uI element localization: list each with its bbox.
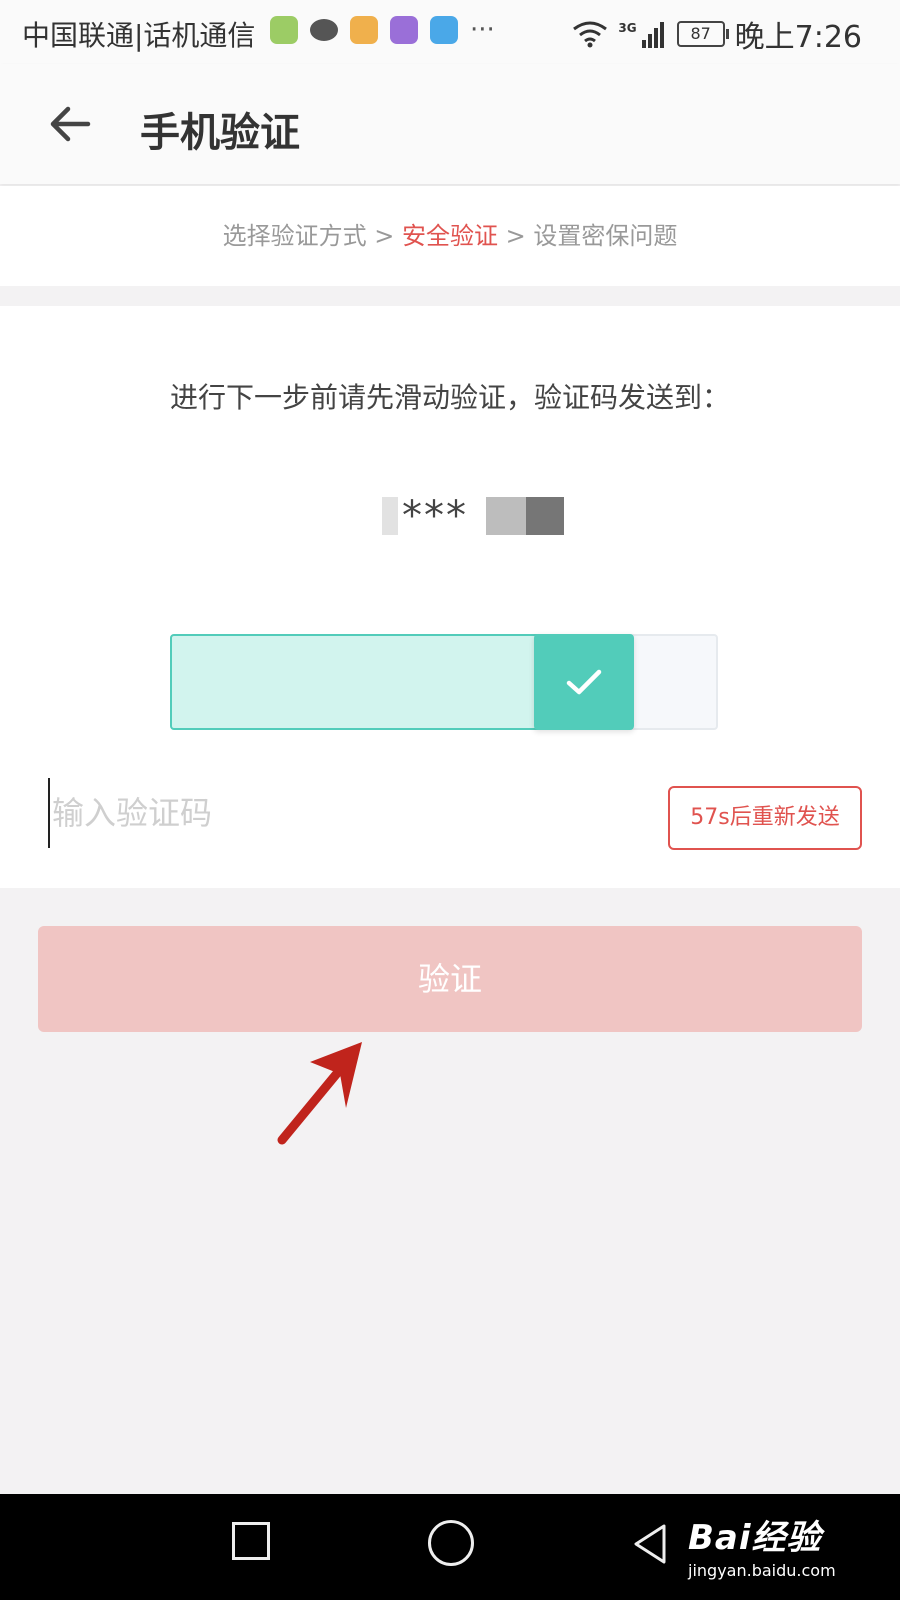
- status-bar: 中国联通|话机通信 ··· 3G 87 晚上7:26: [0, 0, 900, 64]
- phone-blur-mask: [526, 497, 564, 535]
- watermark-logo: Bai经验: [688, 1518, 822, 1558]
- back-button[interactable]: [44, 98, 96, 150]
- shield-app-icon: [430, 16, 458, 44]
- slider-handle[interactable]: [534, 634, 634, 730]
- pie-app-icon: [390, 16, 418, 44]
- step-security-verify: 安全验证: [402, 222, 498, 250]
- back-triangle-icon[interactable]: [630, 1522, 670, 1566]
- annotation-arrow-icon: [277, 1042, 362, 1145]
- package-icon: [350, 16, 378, 44]
- battery-icon: 87: [676, 21, 729, 47]
- home-icon[interactable]: [428, 1520, 474, 1566]
- instruction-text: 进行下一步前请先滑动验证，验证码发送到：: [169, 381, 730, 414]
- clock: 晚上7:26: [734, 20, 862, 55]
- step-set-questions: 设置密保问题: [533, 222, 678, 250]
- recent-apps-icon[interactable]: [232, 1522, 270, 1560]
- carrier-name: 中国联通|话机通信: [22, 19, 256, 52]
- verification-card: 进行下一步前请先滑动验证，验证码发送到： *** 57s后重新发送: [0, 306, 900, 888]
- verification-code-input[interactable]: [48, 778, 612, 848]
- check-icon: [566, 669, 602, 695]
- masked-phone-number: ***: [382, 493, 564, 539]
- arrow-left-icon: [50, 106, 91, 142]
- more-notifications-icon: ···: [470, 15, 495, 45]
- slide-verification[interactable]: [170, 634, 718, 730]
- phone-blur-mask: [382, 497, 398, 535]
- network-type-label: 3G: [618, 21, 637, 35]
- leaf-app-icon: [270, 16, 298, 44]
- step-separator: >: [498, 222, 534, 250]
- notification-icons: ···: [270, 16, 495, 44]
- system-nav-bar: Bai经验 jingyan.baidu.com: [0, 1494, 900, 1600]
- step-choose-method: 选择验证方式: [222, 222, 367, 250]
- wifi-icon: [573, 21, 608, 48]
- status-indicators: 3G 87 晚上7:26: [572, 12, 862, 56]
- phone-blur-mask: [486, 497, 526, 535]
- step-separator: >: [366, 222, 402, 250]
- watermark-url: jingyan.baidu.com: [688, 1561, 836, 1580]
- baidu-jingyan-watermark: Bai经验 jingyan.baidu.com: [688, 1510, 836, 1580]
- signal-icon: [641, 22, 664, 48]
- app-header: 手机验证: [0, 64, 900, 184]
- page-title: 手机验证: [140, 110, 300, 156]
- resend-code-button[interactable]: 57s后重新发送: [668, 786, 862, 850]
- verify-button[interactable]: 验证: [38, 926, 862, 1032]
- chat-icon: [310, 19, 338, 41]
- masked-digits: ***: [402, 493, 468, 539]
- step-progress: 选择验证方式 > 安全验证 > 设置密保问题: [0, 186, 900, 286]
